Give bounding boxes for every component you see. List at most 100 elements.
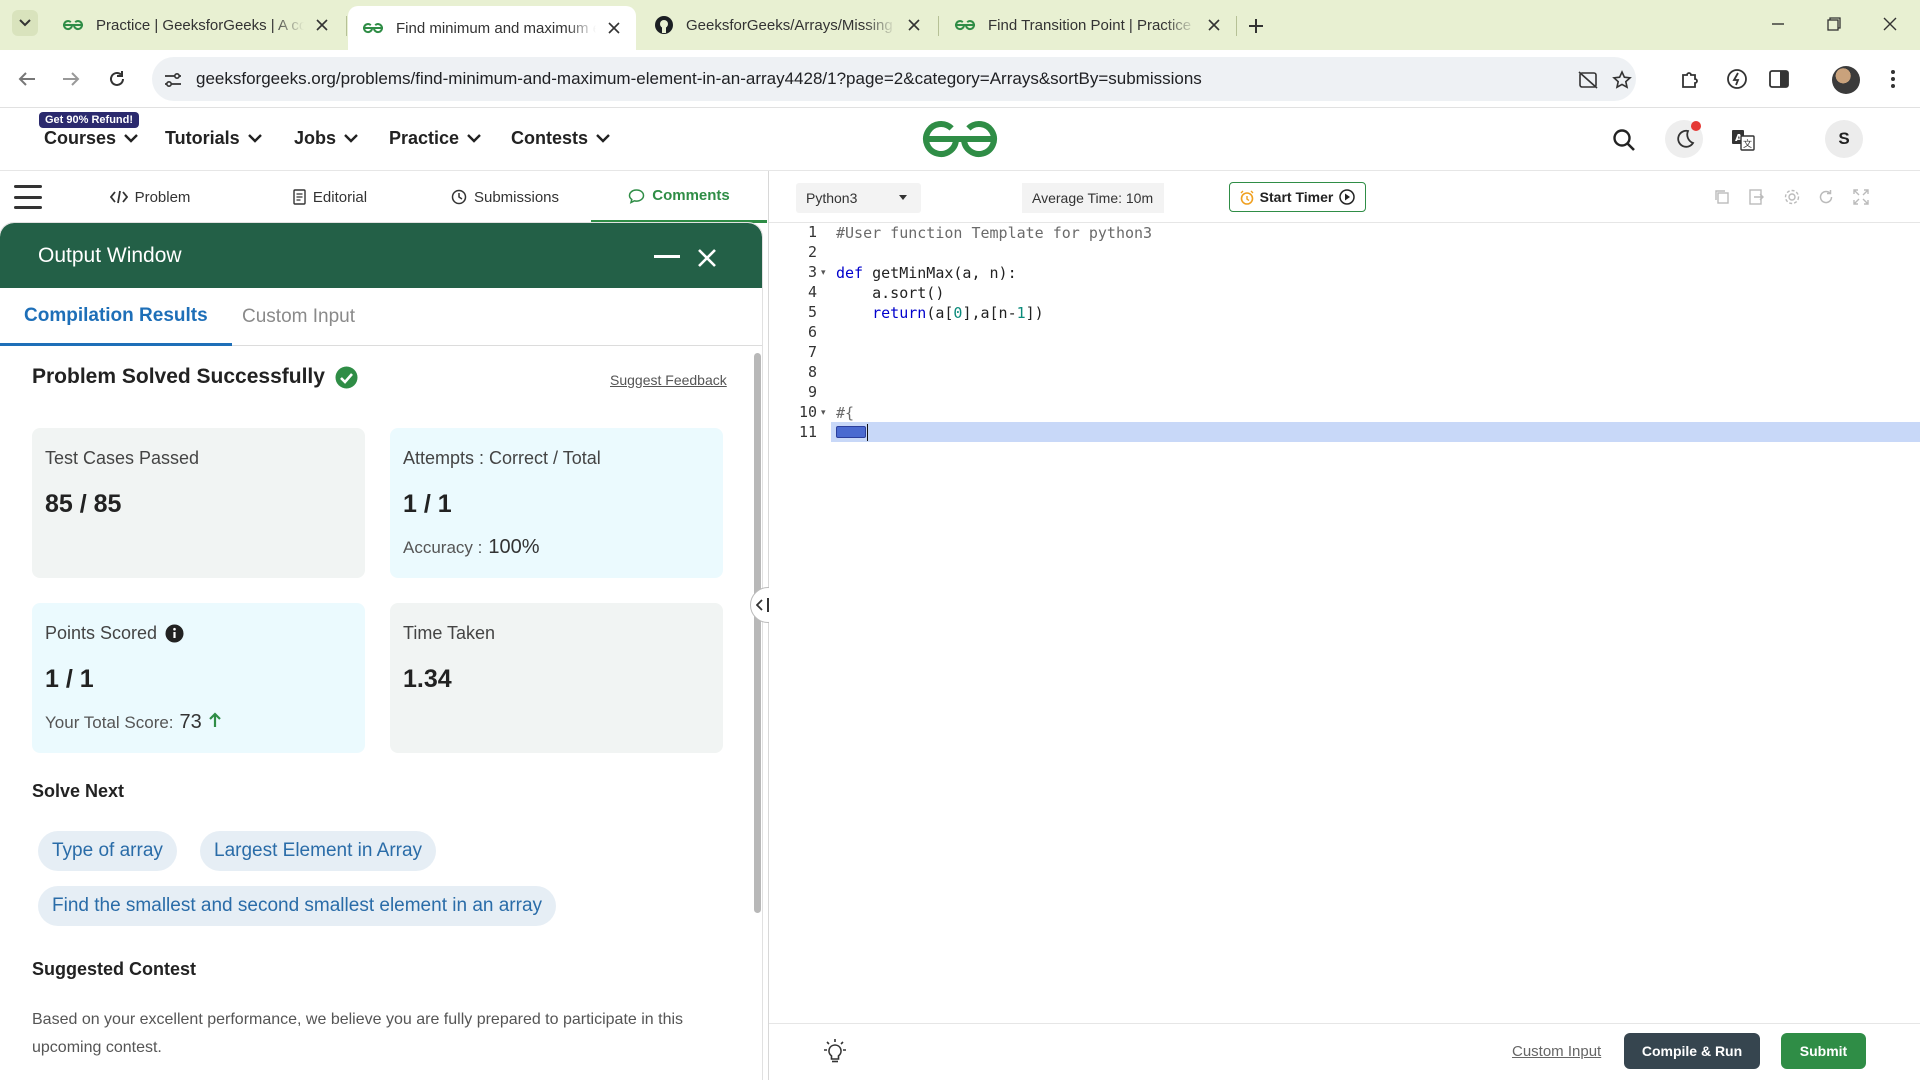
line-number: 11 xyxy=(798,423,817,441)
reset-icon[interactable] xyxy=(1816,187,1836,207)
browser-tab-github[interactable]: GeeksforGeeks/Arrays/Missing number in a… xyxy=(640,8,936,42)
back-button[interactable] xyxy=(12,64,42,94)
play-circle-icon xyxy=(1339,189,1356,205)
close-window-button[interactable] xyxy=(1876,10,1904,38)
tab-custom-input[interactable]: Custom Input xyxy=(218,288,379,346)
tab-close-icon[interactable] xyxy=(904,15,924,35)
tab-close-icon[interactable] xyxy=(1204,15,1224,35)
close-icon[interactable] xyxy=(696,247,718,269)
user-avatar[interactable]: S xyxy=(1825,120,1863,158)
result-heading: Problem Solved Successfully xyxy=(32,365,358,389)
minimize-icon[interactable] xyxy=(654,247,680,265)
stat-label: Points Scored xyxy=(45,623,184,644)
code-icon xyxy=(109,190,128,204)
solve-next-chip[interactable]: Largest Element in Array xyxy=(200,831,437,871)
performance-icon[interactable] xyxy=(1722,64,1752,94)
tab-title: Find Transition Point | Practice | Geeks… xyxy=(988,16,1196,34)
output-scrollbar[interactable] xyxy=(754,353,761,913)
nav-practice[interactable]: Practice xyxy=(389,128,481,149)
lightbulb-icon[interactable] xyxy=(821,1038,849,1066)
import-icon[interactable] xyxy=(1746,187,1766,207)
submit-button[interactable]: Submit xyxy=(1781,1033,1866,1069)
total-score-line: Your Total Score: 73 xyxy=(45,711,222,734)
gfg-logo-icon[interactable] xyxy=(920,118,1000,160)
site-info-icon[interactable] xyxy=(162,69,184,91)
language-select[interactable]: Python3 xyxy=(796,183,921,213)
translate-icon[interactable]: A文 xyxy=(1728,125,1758,155)
minimize-window-button[interactable] xyxy=(1764,10,1792,38)
start-timer-button[interactable]: Start Timer xyxy=(1229,182,1366,212)
problem-tabs: Problem Editorial Submissions Comments xyxy=(0,171,768,223)
extensions-puzzle-icon[interactable] xyxy=(1676,64,1706,94)
total-score-value: 73 xyxy=(179,711,202,733)
check-circle-icon xyxy=(335,366,358,388)
tab-label: Editorial xyxy=(312,188,368,206)
close-icon xyxy=(1883,17,1897,31)
browser-profile-avatar[interactable] xyxy=(1832,66,1860,94)
side-panel-icon[interactable] xyxy=(1764,64,1794,94)
refund-badge[interactable]: Get 90% Refund! xyxy=(39,112,140,128)
gfg-favicon-icon xyxy=(63,20,83,31)
fold-arrow-icon[interactable]: ▾ xyxy=(821,407,826,418)
code-editor[interactable]: #User function Template for python3 def … xyxy=(831,223,1920,1023)
nav-tutorials[interactable]: Tutorials xyxy=(165,128,262,149)
arrow-right-icon xyxy=(63,72,80,86)
new-tab-button[interactable] xyxy=(1242,12,1270,40)
accuracy-label: Accuracy : xyxy=(403,538,483,557)
line-number: 6 xyxy=(807,323,817,341)
text-cursor xyxy=(867,424,868,441)
bookmark-star-icon[interactable] xyxy=(1610,68,1634,92)
chevron-down-icon xyxy=(19,19,31,27)
custom-input-link[interactable]: Custom Input xyxy=(1512,1043,1601,1060)
tab-close-icon[interactable] xyxy=(604,18,624,38)
dark-mode-toggle[interactable] xyxy=(1665,120,1703,158)
alarm-clock-icon xyxy=(1240,190,1254,205)
forward-button[interactable] xyxy=(56,64,86,94)
browser-tabstrip: Practice | GeeksforGeeks | A computer sc… xyxy=(0,0,1920,50)
tab-submissions[interactable]: Submissions xyxy=(440,171,570,223)
restore-icon xyxy=(1827,17,1841,31)
browser-tab-transition[interactable]: Find Transition Point | Practice | Geeks… xyxy=(940,8,1236,42)
nav-label: Contests xyxy=(511,128,589,148)
tab-search-button[interactable] xyxy=(12,10,38,36)
tab-compilation-results[interactable]: Compilation Results xyxy=(0,288,232,346)
settings-gear-icon[interactable] xyxy=(1782,187,1802,207)
tab-comments[interactable]: Comments xyxy=(591,171,767,223)
tab-close-icon[interactable] xyxy=(312,15,332,35)
info-icon[interactable] xyxy=(165,624,184,643)
folded-code-marker[interactable] xyxy=(836,426,866,438)
reload-button[interactable] xyxy=(102,64,132,94)
address-bar[interactable]: geeksforgeeks.org/problems/find-minimum-… xyxy=(152,57,1636,101)
tab-editorial[interactable]: Editorial xyxy=(280,171,380,223)
copy-icon[interactable] xyxy=(1712,187,1732,207)
browser-menu-icon[interactable] xyxy=(1878,64,1908,94)
fold-arrow-icon[interactable]: ▾ xyxy=(821,267,826,278)
editor-toolbar: Python3 Average Time: 10m Start Timer xyxy=(769,171,1920,223)
total-score-label: Your Total Score: xyxy=(45,713,174,732)
nav-jobs[interactable]: Jobs xyxy=(294,128,358,149)
document-icon xyxy=(293,189,306,205)
compile-run-button[interactable]: Compile & Run xyxy=(1624,1033,1760,1069)
search-icon[interactable] xyxy=(1609,125,1639,155)
restore-window-button[interactable] xyxy=(1820,10,1848,38)
minimize-icon xyxy=(1772,23,1784,25)
nav-contests[interactable]: Contests xyxy=(511,128,610,149)
solve-next-chip[interactable]: Find the smallest and second smallest el… xyxy=(38,886,557,926)
hamburger-menu-icon[interactable] xyxy=(14,185,42,209)
nav-label: Tutorials xyxy=(165,128,240,148)
tab-title: Find minimum and maximum element in an a… xyxy=(396,19,596,37)
tab-problem[interactable]: Problem xyxy=(100,171,200,223)
average-time: Average Time: 10m xyxy=(1022,183,1164,213)
tab-separator xyxy=(346,16,347,36)
nav-courses[interactable]: Courses xyxy=(44,128,138,149)
no-image-icon[interactable] xyxy=(1576,68,1600,92)
browser-tab-active[interactable]: Find minimum and maximum element in an a… xyxy=(348,6,636,50)
arrow-up-icon xyxy=(209,712,221,727)
code-text: ]) xyxy=(1025,304,1044,322)
fullscreen-icon[interactable] xyxy=(1851,187,1871,207)
suggest-feedback-link[interactable]: Suggest Feedback xyxy=(610,372,727,388)
solve-next-chip[interactable]: Type of array xyxy=(38,831,177,871)
time-taken-card: Time Taken 1.34 xyxy=(390,603,723,753)
browser-tab-practice[interactable]: Practice | GeeksforGeeks | A computer sc… xyxy=(48,8,344,42)
stat-value: 1.34 xyxy=(403,665,452,693)
